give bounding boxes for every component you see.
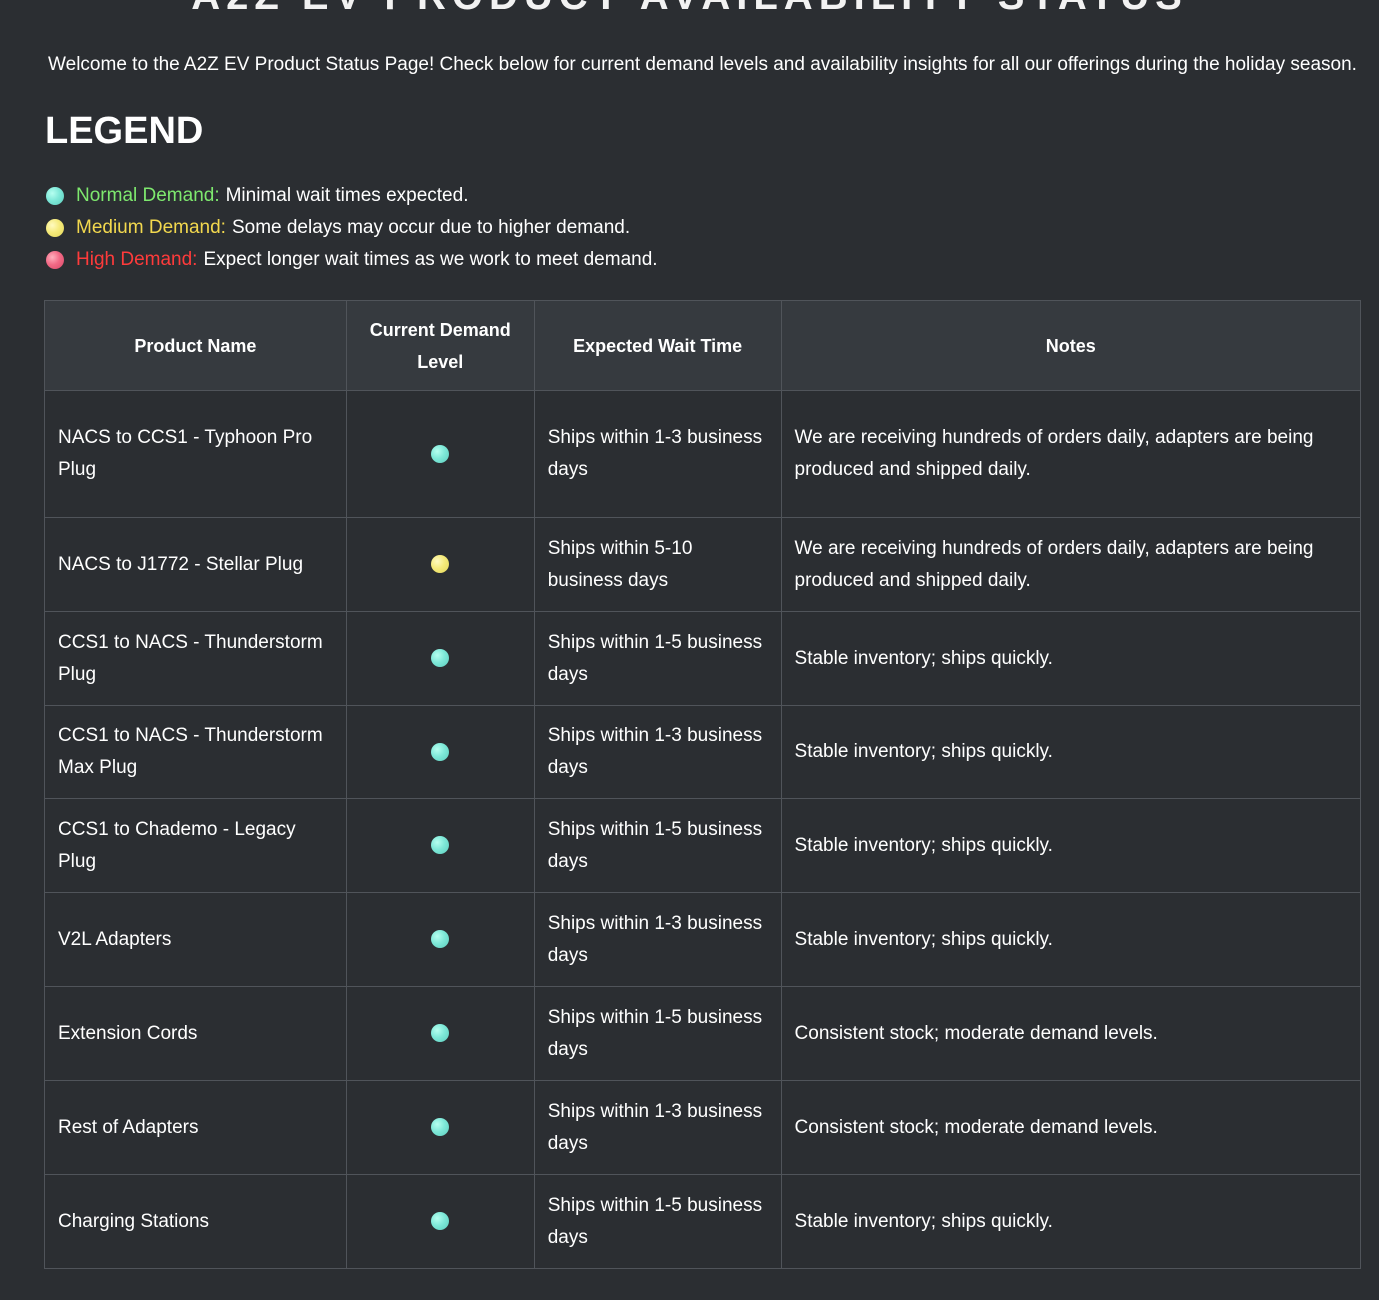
product-name-cell: Charging Stations: [44, 1174, 347, 1269]
notes-cell: Stable inventory; ships quickly.: [780, 611, 1362, 706]
wait-time-cell: Ships within 1-3 business days: [533, 892, 782, 987]
normal-demand-dot-icon: [431, 930, 450, 949]
table-header-row: Product Name Current Demand Level Expect…: [44, 300, 1362, 391]
legend-item-normal: Normal Demand: Minimal wait times expect…: [46, 180, 658, 212]
legend-heading: LEGEND: [45, 110, 204, 152]
demand-level-cell: [345, 892, 535, 987]
wait-time-cell: Ships within 1-5 business days: [533, 986, 782, 1081]
legend-item-medium: Medium Demand: Some delays may occur due…: [46, 212, 658, 244]
header-product-name: Product Name: [44, 300, 347, 391]
header-notes: Notes: [780, 300, 1362, 391]
table-body: NACS to CCS1 - Typhoon Pro Plug Ships wit…: [44, 390, 1362, 1269]
page-title-container: A2Z EV PRODUCT AVAILABILITY STATUS: [0, 0, 1379, 10]
legend-label-medium: Medium Demand:: [76, 217, 226, 238]
notes-cell: Stable inventory; ships quickly.: [780, 1174, 1362, 1269]
legend-description-normal: Minimal wait times expected.: [225, 185, 469, 206]
table-row: Extension Cords Ships within 1-5 business…: [44, 986, 1362, 1081]
demand-level-cell: [345, 390, 535, 518]
legend-list: Normal Demand: Minimal wait times expect…: [46, 180, 658, 276]
table-row: V2L Adapters Ships within 1-3 business da…: [44, 892, 1362, 987]
table-row: Rest of Adapters Ships within 1-3 busines…: [44, 1080, 1362, 1175]
normal-demand-dot-icon: [431, 1024, 450, 1043]
normal-demand-dot-icon: [431, 742, 450, 761]
notes-cell: Stable inventory; ships quickly.: [780, 705, 1362, 799]
demand-level-cell: [345, 611, 535, 706]
wait-time-cell: Ships within 1-3 business days: [533, 1080, 782, 1175]
demand-level-cell: [345, 798, 535, 893]
notes-cell: We are receiving hundreds of orders dail…: [780, 517, 1362, 612]
wait-time-cell: Ships within 1-3 business days: [533, 390, 782, 518]
demand-level-cell: [345, 1174, 535, 1269]
table-row: CCS1 to NACS - Thunderstorm Plug Ships wi…: [44, 611, 1362, 706]
page-title: A2Z EV PRODUCT AVAILABILITY STATUS: [0, 0, 1379, 10]
normal-demand-dot-icon: [431, 444, 450, 463]
notes-cell: We are receiving hundreds of orders dail…: [780, 390, 1362, 518]
product-status-table: Product Name Current Demand Level Expect…: [44, 300, 1362, 1269]
product-name-cell: V2L Adapters: [44, 892, 347, 987]
product-name-cell: Extension Cords: [44, 986, 347, 1081]
table-row: NACS to J1772 - Stellar Plug Ships within…: [44, 517, 1362, 612]
table-row: CCS1 to Chademo - Legacy Plug Ships withi…: [44, 798, 1362, 893]
wait-time-cell: Ships within 1-5 business days: [533, 1174, 782, 1269]
wait-time-cell: Ships within 1-5 business days: [533, 611, 782, 706]
product-name-cell: CCS1 to Chademo - Legacy Plug: [44, 798, 347, 893]
header-expected-wait-time: Expected Wait Time: [533, 300, 782, 391]
wait-time-cell: Ships within 1-3 business days: [533, 705, 782, 799]
normal-demand-dot-icon: [431, 836, 450, 855]
table-row: NACS to CCS1 - Typhoon Pro Plug Ships wit…: [44, 390, 1362, 518]
header-current-demand-level: Current Demand Level: [345, 300, 535, 391]
product-name-cell: Rest of Adapters: [44, 1080, 347, 1175]
product-name-cell: CCS1 to NACS - Thunderstorm Max Plug: [44, 705, 347, 799]
product-name-cell: NACS to CCS1 - Typhoon Pro Plug: [44, 390, 347, 518]
medium-demand-dot-icon: [431, 555, 450, 574]
legend-label-normal: Normal Demand:: [76, 185, 220, 206]
product-name-cell: NACS to J1772 - Stellar Plug: [44, 517, 347, 612]
product-name-cell: CCS1 to NACS - Thunderstorm Plug: [44, 611, 347, 706]
normal-demand-dot-icon: [431, 1118, 450, 1137]
intro-text: Welcome to the A2Z EV Product Status Pag…: [48, 54, 1357, 75]
demand-level-cell: [345, 517, 535, 612]
demand-level-cell: [345, 705, 535, 799]
normal-demand-dot-icon: [46, 187, 64, 205]
normal-demand-dot-icon: [431, 1212, 450, 1231]
normal-demand-dot-icon: [431, 649, 450, 668]
notes-cell: Consistent stock; moderate demand levels…: [780, 1080, 1362, 1175]
high-demand-dot-icon: [46, 251, 64, 269]
table-row: Charging Stations Ships within 1-5 busine…: [44, 1174, 1362, 1269]
medium-demand-dot-icon: [46, 219, 64, 237]
notes-cell: Stable inventory; ships quickly.: [780, 798, 1362, 893]
legend-description-medium: Some delays may occur due to higher dema…: [231, 217, 631, 238]
legend-description-high: Expect longer wait times as we work to m…: [203, 249, 658, 270]
demand-level-cell: [345, 1080, 535, 1175]
notes-cell: Consistent stock; moderate demand levels…: [780, 986, 1362, 1081]
wait-time-cell: Ships within 1-5 business days: [533, 798, 782, 893]
table-row: CCS1 to NACS - Thunderstorm Max Plug Ship…: [44, 705, 1362, 799]
demand-level-cell: [345, 986, 535, 1081]
legend-item-high: High Demand: Expect longer wait times as…: [46, 244, 658, 276]
wait-time-cell: Ships within 5-10 business days: [533, 517, 782, 612]
legend-label-high: High Demand:: [76, 249, 198, 270]
notes-cell: Stable inventory; ships quickly.: [780, 892, 1362, 987]
